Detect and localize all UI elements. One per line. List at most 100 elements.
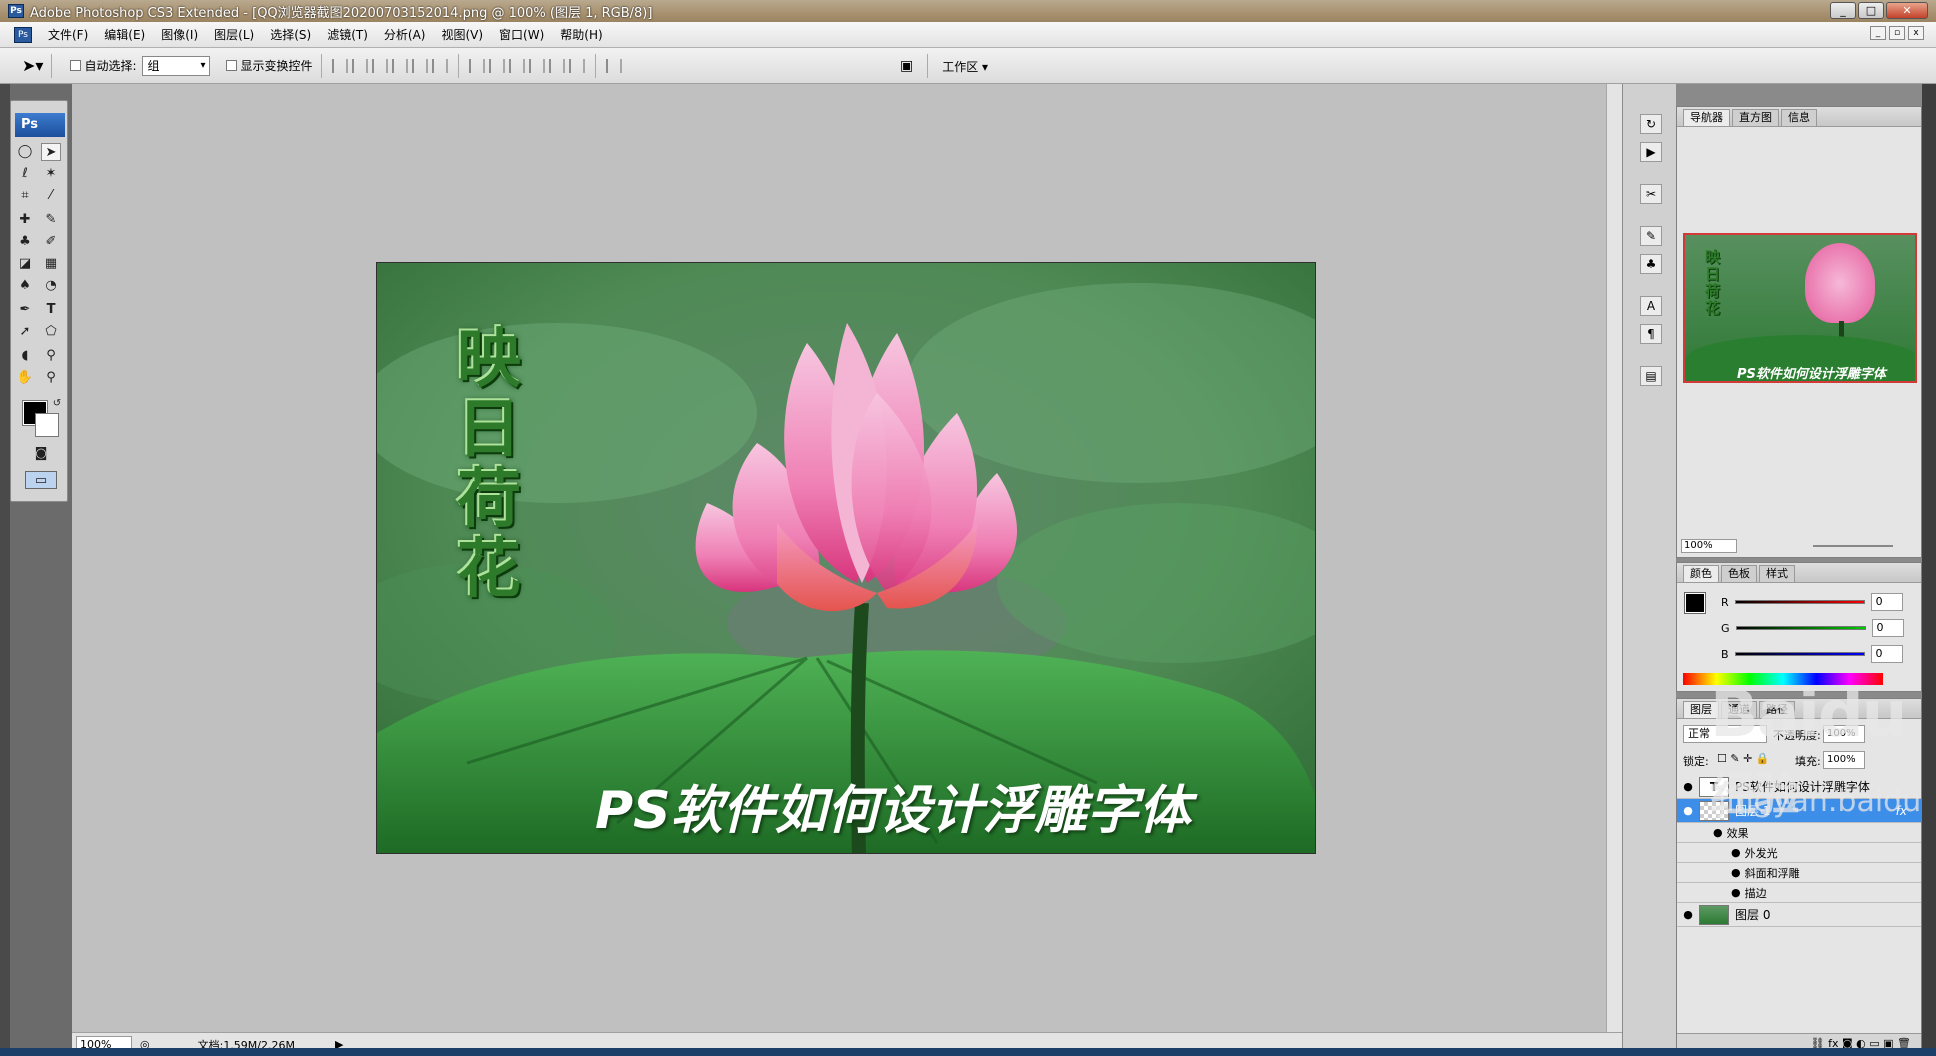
close-button[interactable]: ✕ [1886, 2, 1928, 19]
menu-edit[interactable]: 编辑(E) [96, 26, 153, 43]
color-fg-swatch[interactable] [1684, 592, 1706, 614]
document-image[interactable]: 映 日 荷 花 PS软件如何设计浮雕字体 [376, 262, 1316, 854]
actions-panel-icon[interactable]: ▶ [1640, 142, 1662, 162]
move-tool-icon[interactable]: ➤▾ [22, 56, 43, 75]
align-vcenter-icon[interactable] [351, 58, 368, 73]
g-value[interactable]: 0 [1871, 619, 1904, 637]
menu-filter[interactable]: 滤镜(T) [319, 26, 376, 43]
distribute-vcenter-icon[interactable] [488, 58, 505, 73]
eraser-tool-icon[interactable]: ◪ [15, 255, 35, 273]
align-right-icon[interactable] [431, 58, 448, 73]
doc-minimize-button[interactable]: _ [1870, 26, 1886, 40]
navigator-zoom-slider[interactable] [1813, 545, 1893, 547]
navigator-zoom-field[interactable]: 100% [1681, 539, 1737, 553]
distribute-left-icon[interactable] [528, 58, 545, 73]
history-brush-tool-icon[interactable]: ✐ [41, 233, 61, 251]
tool-presets-icon[interactable]: ✂ [1640, 184, 1662, 204]
slice-tool-icon[interactable]: ⁄ [41, 187, 61, 205]
tab-histogram[interactable]: 直方图 [1732, 109, 1779, 126]
clone-stamp-tool-icon[interactable]: ♣ [15, 233, 35, 251]
effect-bevel-emboss[interactable]: ● 斜面和浮雕 [1677, 863, 1921, 883]
brushes-panel-icon[interactable]: ✎ [1640, 226, 1662, 246]
effect-outer-glow[interactable]: ● 外发光 [1677, 843, 1921, 863]
zoom-tool-icon[interactable]: ⚲ [41, 369, 61, 387]
auto-select-dropdown[interactable]: 组 [142, 55, 211, 76]
r-value[interactable]: 0 [1870, 593, 1903, 611]
distribute-top-icon[interactable] [468, 58, 485, 73]
tab-styles[interactable]: 样式 [1759, 565, 1795, 582]
hand-tool-icon[interactable]: ✋ [15, 369, 35, 387]
clone-source-icon[interactable]: ♣ [1640, 254, 1662, 274]
canvas-area[interactable]: 映 日 荷 花 PS软件如何设计浮雕字体 [72, 84, 1622, 1032]
background-color-swatch[interactable] [35, 413, 59, 437]
dodge-tool-icon[interactable]: ◔ [41, 277, 61, 295]
effect-eye-icon[interactable]: ● [1731, 886, 1741, 899]
canvas-vertical-scrollbar[interactable] [1606, 84, 1622, 1032]
pen-tool-icon[interactable]: ✒ [15, 301, 35, 319]
maximize-button[interactable]: □ [1858, 2, 1884, 19]
align-left-icon[interactable] [391, 58, 408, 73]
doc-restore-button[interactable]: ▫ [1889, 26, 1905, 40]
workspace-button[interactable]: 工作区 ▾ [942, 58, 988, 75]
effects-eye-icon[interactable]: ● [1713, 826, 1723, 839]
swap-colors-icon[interactable]: ↺ [47, 395, 67, 413]
b-slider[interactable] [1734, 652, 1865, 656]
tab-info[interactable]: 信息 [1781, 109, 1817, 126]
marquee-tool-icon[interactable]: ◯ [15, 143, 35, 161]
3d-tool-icon[interactable]: ◖ [15, 347, 35, 365]
healing-brush-tool-icon[interactable]: ✚ [15, 211, 35, 229]
layer-comps-icon[interactable]: ▤ [1640, 366, 1662, 386]
quick-mask-icon[interactable]: ◙ [31, 445, 51, 463]
menu-layer[interactable]: 图层(L) [206, 26, 262, 43]
brush-tool-icon[interactable]: ✎ [41, 211, 61, 229]
tab-swatches[interactable]: 色板 [1721, 565, 1757, 582]
distribute-bottom-icon[interactable] [508, 58, 525, 73]
align-bottom-icon[interactable] [371, 58, 388, 73]
align-hcenter-icon[interactable] [411, 58, 428, 73]
auto-align-icon[interactable] [605, 58, 622, 73]
minimize-button[interactable]: _ [1830, 2, 1856, 19]
character-panel-icon[interactable]: A [1640, 296, 1662, 316]
effect-eye-icon[interactable]: ● [1731, 866, 1741, 879]
r-slider[interactable] [1734, 600, 1865, 604]
move-tool-icon[interactable]: ➤ [41, 143, 61, 161]
path-select-tool-icon[interactable]: ➚ [15, 323, 35, 341]
magic-wand-tool-icon[interactable]: ✶ [41, 165, 61, 183]
shape-tool-icon[interactable]: ⬠ [41, 323, 61, 341]
align-top-icon[interactable] [331, 58, 348, 73]
effect-stroke[interactable]: ● 描边 [1677, 883, 1921, 903]
gradient-tool-icon[interactable]: ▦ [41, 255, 61, 273]
menu-view[interactable]: 视图(V) [433, 26, 491, 43]
screen-mode-icon[interactable]: ▭ [25, 471, 57, 489]
crop-tool-icon[interactable]: ⌗ [15, 187, 35, 205]
type-tool-icon[interactable]: T [41, 301, 61, 319]
tab-navigator[interactable]: 导航器 [1683, 109, 1730, 126]
show-transform-checkbox[interactable] [226, 60, 238, 71]
g-slider[interactable] [1735, 626, 1866, 630]
eyedropper-tool-icon[interactable]: ⚲ [41, 347, 61, 365]
effect-eye-icon[interactable]: ● [1731, 846, 1741, 859]
blur-tool-icon[interactable]: ♠ [15, 277, 35, 295]
bridge-icon[interactable]: ▣ [900, 58, 913, 74]
lasso-tool-icon[interactable]: ℓ [15, 165, 35, 183]
visibility-eye-icon[interactable]: ● [1677, 908, 1699, 921]
distribute-right-icon[interactable] [568, 58, 585, 73]
distribute-hcenter-icon[interactable] [548, 58, 565, 73]
menu-window[interactable]: 窗口(W) [491, 26, 552, 43]
menu-image[interactable]: 图像(I) [153, 26, 206, 43]
menu-select[interactable]: 选择(S) [262, 26, 319, 43]
menu-help[interactable]: 帮助(H) [552, 26, 610, 43]
b-value[interactable]: 0 [1870, 645, 1903, 663]
visibility-eye-icon[interactable]: ● [1677, 804, 1699, 817]
history-panel-icon[interactable]: ↻ [1640, 114, 1662, 134]
menu-analysis[interactable]: 分析(A) [376, 26, 434, 43]
layer-row-layer0[interactable]: ● 图层 0 [1677, 903, 1921, 927]
tab-color[interactable]: 颜色 [1683, 565, 1719, 582]
effects-row[interactable]: ● 效果 [1677, 823, 1921, 843]
paragraph-panel-icon[interactable]: ¶ [1640, 324, 1662, 344]
navigator-thumbnail[interactable]: 映日荷花 PS软件如何设计浮雕字体 [1683, 233, 1917, 383]
visibility-eye-icon[interactable]: ● [1677, 780, 1699, 793]
menu-file[interactable]: 文件(F) [40, 26, 96, 43]
auto-select-checkbox[interactable] [70, 60, 82, 71]
doc-close-button[interactable]: x [1908, 26, 1924, 40]
